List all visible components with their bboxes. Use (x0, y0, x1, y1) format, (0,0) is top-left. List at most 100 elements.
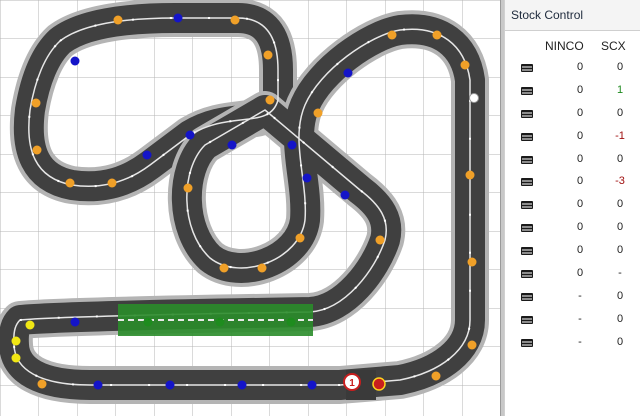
curve-marker (263, 50, 273, 60)
straight-marker (70, 317, 80, 327)
straight-standard-piece-icon (521, 86, 533, 96)
straight-marker (302, 173, 312, 183)
curve-marker (65, 178, 75, 188)
straight-marker (165, 380, 175, 390)
stock-row[interactable]: 00 (505, 57, 640, 80)
stock-row[interactable]: 00 (505, 103, 640, 126)
ninco-count: 0 (576, 152, 584, 165)
curve-marker (107, 178, 117, 188)
ninco-count: 0 (576, 83, 584, 96)
curve-marker (432, 30, 442, 40)
start-position-number: 1 (349, 378, 355, 389)
scx-count: 0 (616, 289, 624, 302)
tight-curve-marker (11, 353, 21, 363)
curve-marker (313, 108, 323, 118)
ninco-count: 0 (576, 221, 584, 234)
scx-count: 0 (616, 106, 624, 119)
straight-marker (70, 56, 80, 66)
curve-marker (113, 15, 123, 25)
stock-row[interactable]: 00 (505, 149, 640, 172)
straight-marker (173, 13, 183, 23)
stock-row[interactable]: 0- (505, 263, 640, 286)
straight-marker (93, 380, 103, 390)
ninco-count: - (578, 312, 582, 325)
ninco-count: 0 (576, 106, 584, 119)
curve-marker (31, 98, 41, 108)
straight-marker (340, 190, 350, 200)
tight-curve-marker (25, 320, 35, 330)
curve-marker (183, 183, 193, 193)
curve-marker (32, 145, 42, 155)
straight-marker (227, 140, 237, 150)
straight-quarter-piece-icon (521, 132, 533, 142)
scx-count: 0 (616, 244, 624, 257)
curve-marker (467, 257, 477, 267)
straight-marker (185, 130, 195, 140)
curve-border-piece-icon (521, 292, 533, 302)
selected-piece-marker (469, 93, 479, 103)
curve-marker (465, 170, 475, 180)
ninco-count: 0 (576, 61, 584, 73)
curve-marker (230, 15, 240, 25)
curve-marker (219, 263, 229, 273)
curve-wide-piece-icon (521, 223, 533, 233)
straight-marker (142, 150, 152, 160)
lane-change-marker (286, 317, 296, 327)
ninco-count: - (578, 335, 582, 348)
curve-marker (431, 371, 441, 381)
stock-row[interactable]: -0 (505, 332, 640, 355)
stock-row[interactable]: 00 (505, 217, 640, 240)
ninco-count: 0 (576, 175, 584, 188)
straight-marker (343, 68, 353, 78)
tight-curve-marker (11, 336, 21, 346)
track-canvas[interactable]: 1 (0, 0, 500, 416)
curve-marker (265, 95, 275, 105)
ninco-count: 0 (576, 129, 584, 142)
straight-marker (307, 380, 317, 390)
scx-count: 0 (616, 221, 624, 234)
lane-change-marker (215, 317, 225, 327)
scx-count: 0 (616, 312, 624, 325)
curve-marker (467, 340, 477, 350)
straight-double-piece-icon (521, 63, 533, 73)
stock-row[interactable]: -0 (505, 309, 640, 332)
curve-half-piece-icon (521, 315, 533, 325)
stock-list: 0 0 0 1 0 0 0 -1 0 0 0 -3 0 0 0 0 0 0 0- -0-0-0 (505, 57, 640, 355)
stock-control-panel: Stock Control NINCO SCX 0 0 0 1 0 0 0 -1 0 0 0 -3 0 0… (504, 0, 640, 416)
curve-standard-piece-icon (521, 200, 533, 210)
ninco-count: 0 (576, 244, 584, 257)
crossing-piece-icon (521, 155, 533, 165)
straight-border-piece-icon (521, 338, 533, 348)
straight-half-piece-icon (521, 109, 533, 119)
column-header-scx: SCX (601, 39, 626, 53)
straight-marker (287, 140, 297, 150)
stock-row[interactable]: 01 (505, 80, 640, 103)
curve-marker (37, 379, 47, 389)
scx-count: -1 (615, 129, 625, 142)
curve-marker (460, 60, 470, 70)
ninco-count: 0 (576, 198, 584, 211)
ninco-count: 0 (576, 267, 584, 280)
straight-marker (237, 380, 247, 390)
curve-small-piece-icon (521, 177, 533, 187)
curve-marker (257, 263, 267, 273)
scx-count: 1 (616, 83, 624, 96)
curve-extra-wide-piece-icon (521, 246, 533, 256)
stock-row[interactable]: -0 (505, 286, 640, 309)
ninco-count: - (578, 289, 582, 302)
column-header-ninco: NINCO (545, 39, 584, 53)
scx-count: 0 (616, 335, 624, 348)
curve-marker (387, 30, 397, 40)
lane-change-marker (143, 317, 153, 327)
curve-outer-piece-icon (521, 269, 533, 279)
stock-row[interactable]: 0 -1 (505, 126, 640, 149)
panel-title: Stock Control (505, 0, 640, 31)
curve-marker (295, 233, 305, 243)
scx-count: - (618, 267, 622, 280)
column-header-row: NINCO SCX (505, 31, 640, 57)
stock-row[interactable]: 00 (505, 240, 640, 263)
stock-row[interactable]: 0 -3 (505, 171, 640, 194)
scx-count: -3 (615, 175, 625, 188)
scx-count: 0 (616, 198, 624, 211)
stock-row[interactable]: 00 (505, 194, 640, 217)
